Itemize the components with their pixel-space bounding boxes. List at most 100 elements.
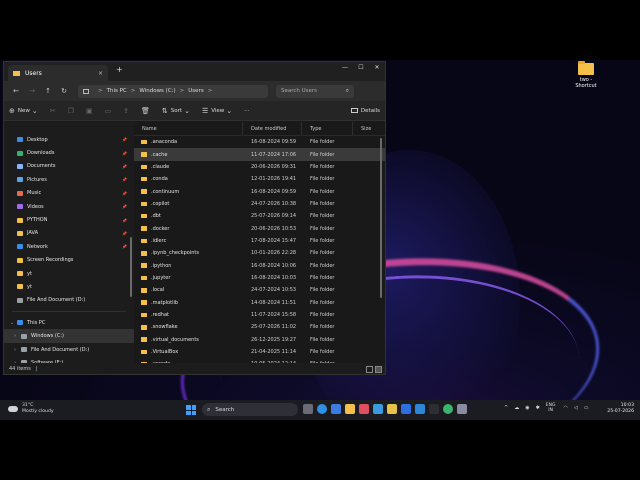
- column-name[interactable]: Name: [134, 122, 243, 135]
- search-input[interactable]: Search Users ⌕: [276, 84, 354, 98]
- desktop-shortcut[interactable]: two - Shortcut: [572, 61, 600, 89]
- taskbar-search[interactable]: ⌕ Search: [202, 403, 298, 416]
- volume-icon[interactable]: ◁: [574, 405, 578, 411]
- sidebar-item[interactable]: Pictures 📌: [4, 173, 134, 186]
- sidebar-item[interactable]: Network 📌: [4, 240, 134, 253]
- battery-icon[interactable]: ▭: [584, 405, 589, 411]
- file-row[interactable]: .anaconda 16-08-2024 09:59 File folder: [134, 136, 385, 148]
- outlook-icon[interactable]: [401, 404, 411, 414]
- wifi-icon[interactable]: ◠: [563, 405, 567, 411]
- file-row[interactable]: .virtual_documents 26-12-2025 19:27 File f…: [134, 334, 385, 346]
- weather-widget[interactable]: 31°C Mostly cloudy: [8, 403, 54, 414]
- view-button[interactable]: ☰ View ⌄: [202, 107, 235, 115]
- rename-button[interactable]: ▭: [105, 107, 115, 115]
- app-icon[interactable]: [387, 404, 397, 414]
- breadcrumb-windows-c[interactable]: Windows (C:): [139, 88, 175, 94]
- file-row[interactable]: .ipynb_checkpoints 10-01-2026 22:28 File f…: [134, 247, 385, 259]
- chevron-icon[interactable]: ›: [14, 347, 18, 353]
- file-list-scrollbar[interactable]: [380, 138, 382, 298]
- app-icon[interactable]: [331, 404, 341, 414]
- tree-item[interactable]: › File And Document (D:): [4, 343, 134, 356]
- sidebar-item[interactable]: Videos 📌: [4, 200, 134, 213]
- cut-button[interactable]: ✂: [50, 107, 59, 115]
- file-row[interactable]: .continuum 16-08-2024 09:59 File folder: [134, 185, 385, 197]
- delete-button[interactable]: 🗑: [141, 107, 153, 115]
- file-row[interactable]: .cache 11-07-2024 17:06 File folder: [134, 148, 385, 161]
- close-window-button[interactable]: ✕: [369, 62, 385, 74]
- file-explorer-icon[interactable]: [345, 404, 355, 414]
- file-row[interactable]: .dbt 25-07-2026 09:14 File folder: [134, 210, 385, 222]
- sidebar-item[interactable]: Screen Recordings: [4, 254, 134, 267]
- tree-item[interactable]: ⌄ This PC: [4, 316, 134, 329]
- sidebar-item[interactable]: Desktop 📌: [4, 133, 134, 146]
- column-type[interactable]: Type: [302, 122, 353, 135]
- sidebar-scrollbar[interactable]: [130, 237, 132, 297]
- file-row[interactable]: .docker 20-06-2026 10:53 File folder: [134, 222, 385, 234]
- chrome-icon[interactable]: [443, 404, 453, 414]
- file-name-cell: .anaconda: [134, 139, 243, 145]
- details-view-button[interactable]: [366, 366, 373, 373]
- file-row[interactable]: .claude 20-06-2026 09:31 File folder: [134, 161, 385, 173]
- file-row[interactable]: .conda 12-01-2026 19:41 File folder: [134, 173, 385, 185]
- file-row[interactable]: .snowflake 25-07-2026 11:02 File folder: [134, 321, 385, 333]
- file-row[interactable]: .VirtualBox 21-04-2025 11:14 File folder: [134, 346, 385, 358]
- more-button[interactable]: ···: [244, 108, 249, 114]
- sort-button[interactable]: ⇅ Sort ⌄: [162, 107, 193, 115]
- forward-button[interactable]: →: [24, 87, 40, 95]
- app-icon[interactable]: [457, 404, 467, 414]
- file-row[interactable]: .jupyter 16-08-2024 10:03 File folder: [134, 272, 385, 284]
- minimize-button[interactable]: —: [337, 62, 353, 74]
- file-type: File folder: [310, 262, 335, 269]
- file-row[interactable]: .copilot 24-07-2026 10:38 File folder: [134, 198, 385, 210]
- app-icon[interactable]: [359, 404, 369, 414]
- sidebar-item[interactable]: Downloads 📌: [4, 146, 134, 159]
- details-button[interactable]: Details: [350, 108, 380, 114]
- sidebar-item[interactable]: PYTHON 📌: [4, 213, 134, 226]
- sidebar-item[interactable]: yt: [4, 267, 134, 280]
- terminal-icon[interactable]: [429, 404, 439, 414]
- vscode-icon[interactable]: [415, 404, 425, 414]
- maximize-button[interactable]: ☐: [353, 62, 369, 74]
- clock[interactable]: 10:03 25-07-2026: [607, 403, 634, 415]
- new-button[interactable]: ⊕ New ⌄: [9, 107, 41, 115]
- paste-button[interactable]: ▣: [86, 107, 96, 115]
- edge-icon[interactable]: [317, 404, 327, 414]
- breadcrumb[interactable]: > This PC > Windows (C:) > Users >: [78, 84, 268, 98]
- tree-item[interactable]: › Software (E:): [4, 356, 134, 363]
- mail-icon[interactable]: [373, 404, 383, 414]
- sidebar-item[interactable]: File And Document (D:): [4, 294, 134, 307]
- new-tab-button[interactable]: +: [116, 65, 123, 74]
- column-date-modified[interactable]: Date modified: [243, 122, 302, 135]
- onedrive-icon[interactable]: ☁: [514, 405, 519, 411]
- file-row[interactable]: .redhat 11-07-2024 15:58 File folder: [134, 309, 385, 321]
- file-row[interactable]: .ipython 16-08-2024 10:06 File folder: [134, 259, 385, 271]
- share-button[interactable]: ⇪: [123, 107, 132, 115]
- column-size[interactable]: Size: [353, 122, 383, 135]
- app-tray-icon[interactable]: ◉: [525, 405, 529, 411]
- chevron-icon[interactable]: ⌄: [10, 320, 14, 326]
- refresh-button[interactable]: ↻: [56, 87, 72, 95]
- tab-users[interactable]: Users ×: [8, 65, 108, 81]
- copy-button[interactable]: ❐: [68, 107, 77, 115]
- tree-item[interactable]: › Windows (C:): [4, 329, 134, 343]
- start-button[interactable]: [186, 405, 196, 415]
- task-view-icon[interactable]: [303, 404, 313, 414]
- back-button[interactable]: ←: [8, 87, 24, 95]
- file-row[interactable]: .idlerc 17-08-2024 15:47 File folder: [134, 235, 385, 247]
- tiles-view-button[interactable]: [375, 366, 382, 373]
- file-row[interactable]: .local 24-07-2024 10:53 File folder: [134, 284, 385, 296]
- sidebar-item[interactable]: Music 📌: [4, 187, 134, 200]
- sidebar-item[interactable]: yt: [4, 280, 134, 293]
- up-button[interactable]: ↑: [40, 87, 56, 95]
- file-row[interactable]: .matplotlib 14-08-2024 11:51 File folder: [134, 296, 385, 308]
- sidebar-item[interactable]: Documents 📌: [4, 160, 134, 173]
- close-tab-icon[interactable]: ×: [98, 70, 103, 77]
- breadcrumb-this-pc[interactable]: This PC: [107, 88, 127, 94]
- tray-overflow-icon[interactable]: ^: [504, 405, 508, 411]
- chevron-icon[interactable]: ›: [14, 333, 18, 339]
- language-indicator[interactable]: ENG IN: [546, 403, 556, 413]
- breadcrumb-users[interactable]: Users: [188, 88, 203, 94]
- bluetooth-icon[interactable]: ✱: [536, 405, 540, 411]
- sidebar-item[interactable]: JAVA 📌: [4, 227, 134, 240]
- file-name-cell: .idlerc: [134, 238, 243, 244]
